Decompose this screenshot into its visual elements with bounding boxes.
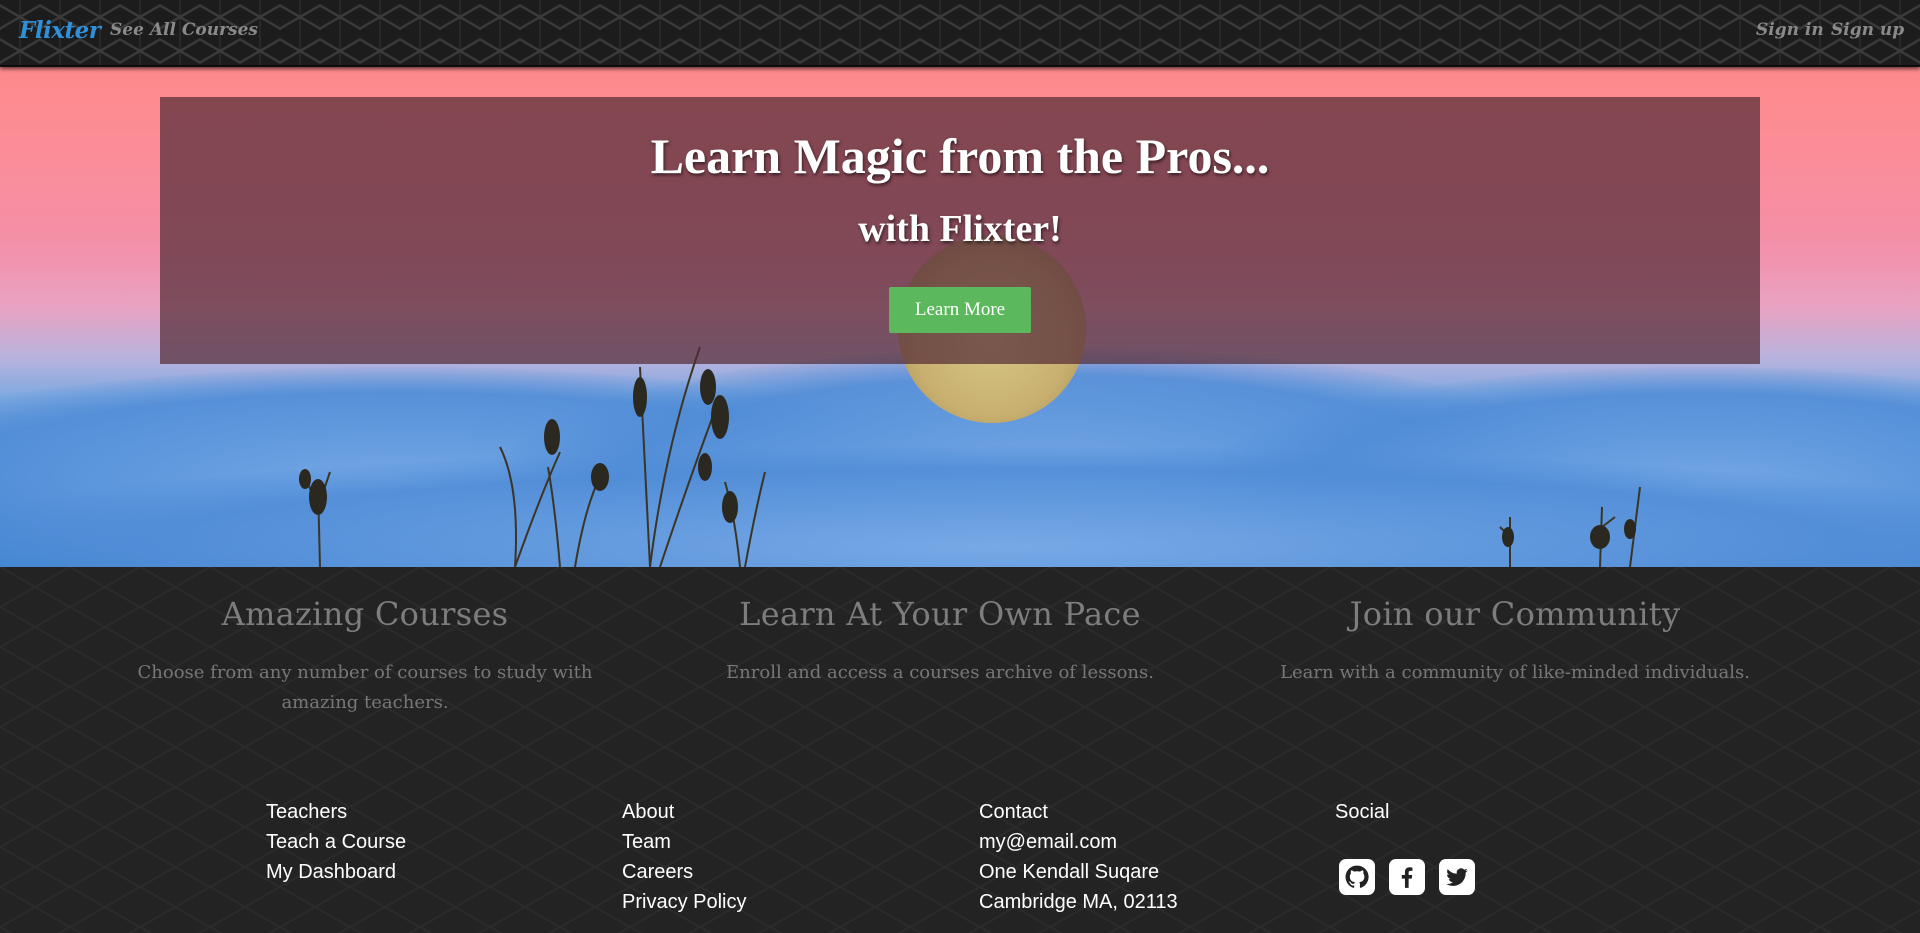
feature-own-pace: Learn At Your Own Pace Enroll and access… bbox=[680, 595, 1200, 688]
feature-community: Join our Community Learn with a communit… bbox=[1255, 595, 1775, 688]
team-link[interactable]: Team bbox=[622, 831, 671, 853]
feature-text: Enroll and access a courses archive of l… bbox=[726, 662, 1154, 683]
feature-amazing-courses: Amazing Courses Choose from any number o… bbox=[105, 595, 625, 718]
sign-up-link[interactable]: Sign up bbox=[1831, 20, 1904, 40]
hero-title: Learn Magic from the Pros... bbox=[650, 128, 1270, 184]
teach-a-course-link[interactable]: Teach a Course bbox=[266, 831, 406, 853]
address-line-1: One Kendall Suqare bbox=[979, 861, 1160, 883]
footer-heading-contact: Contact bbox=[979, 801, 1048, 823]
navbar: Flixter See All Courses Sign in Sign up bbox=[0, 0, 1920, 67]
twitter-icon[interactable] bbox=[1439, 859, 1475, 895]
footer-heading-social: Social bbox=[1335, 801, 1390, 823]
footer-social-column: Social bbox=[1335, 797, 1475, 895]
github-icon[interactable] bbox=[1339, 859, 1375, 895]
hero-panel: Learn Magic from the Pros... with Flixte… bbox=[160, 97, 1760, 364]
feature-text: Learn with a community of like-minded in… bbox=[1280, 662, 1750, 683]
facebook-icon[interactable] bbox=[1389, 859, 1425, 895]
brand-logo[interactable]: Flixter bbox=[19, 17, 101, 44]
feature-title: Amazing Courses bbox=[221, 595, 509, 633]
feature-title: Learn At Your Own Pace bbox=[739, 595, 1141, 633]
footer-teachers-column: Teachers Teach a Course My Dashboard bbox=[266, 797, 406, 887]
hero-section: Learn Magic from the Pros... with Flixte… bbox=[0, 67, 1920, 567]
my-dashboard-link[interactable]: My Dashboard bbox=[266, 861, 396, 883]
hero-subtitle: with Flixter! bbox=[858, 208, 1062, 250]
footer-contact-column: Contact my@email.com One Kendall Suqare … bbox=[979, 797, 1178, 917]
footer-heading-about: About bbox=[622, 801, 675, 823]
address-line-2: Cambridge MA, 02113 bbox=[979, 891, 1178, 913]
feature-text: Choose from any number of courses to stu… bbox=[137, 662, 593, 713]
footer-heading-teachers: Teachers bbox=[266, 801, 348, 823]
sign-in-link[interactable]: Sign in bbox=[1756, 20, 1824, 40]
social-icons bbox=[1339, 859, 1475, 895]
email-link[interactable]: my@email.com bbox=[979, 831, 1117, 853]
learn-more-button[interactable]: Learn More bbox=[889, 287, 1031, 333]
feature-title: Join our Community bbox=[1349, 595, 1681, 633]
features-footer-section: Amazing Courses Choose from any number o… bbox=[0, 567, 1920, 933]
privacy-policy-link[interactable]: Privacy Policy bbox=[622, 891, 746, 913]
footer-about-column: About Team Careers Privacy Policy bbox=[622, 797, 746, 917]
see-all-courses-link[interactable]: See All Courses bbox=[110, 20, 258, 40]
careers-link[interactable]: Careers bbox=[622, 861, 693, 883]
